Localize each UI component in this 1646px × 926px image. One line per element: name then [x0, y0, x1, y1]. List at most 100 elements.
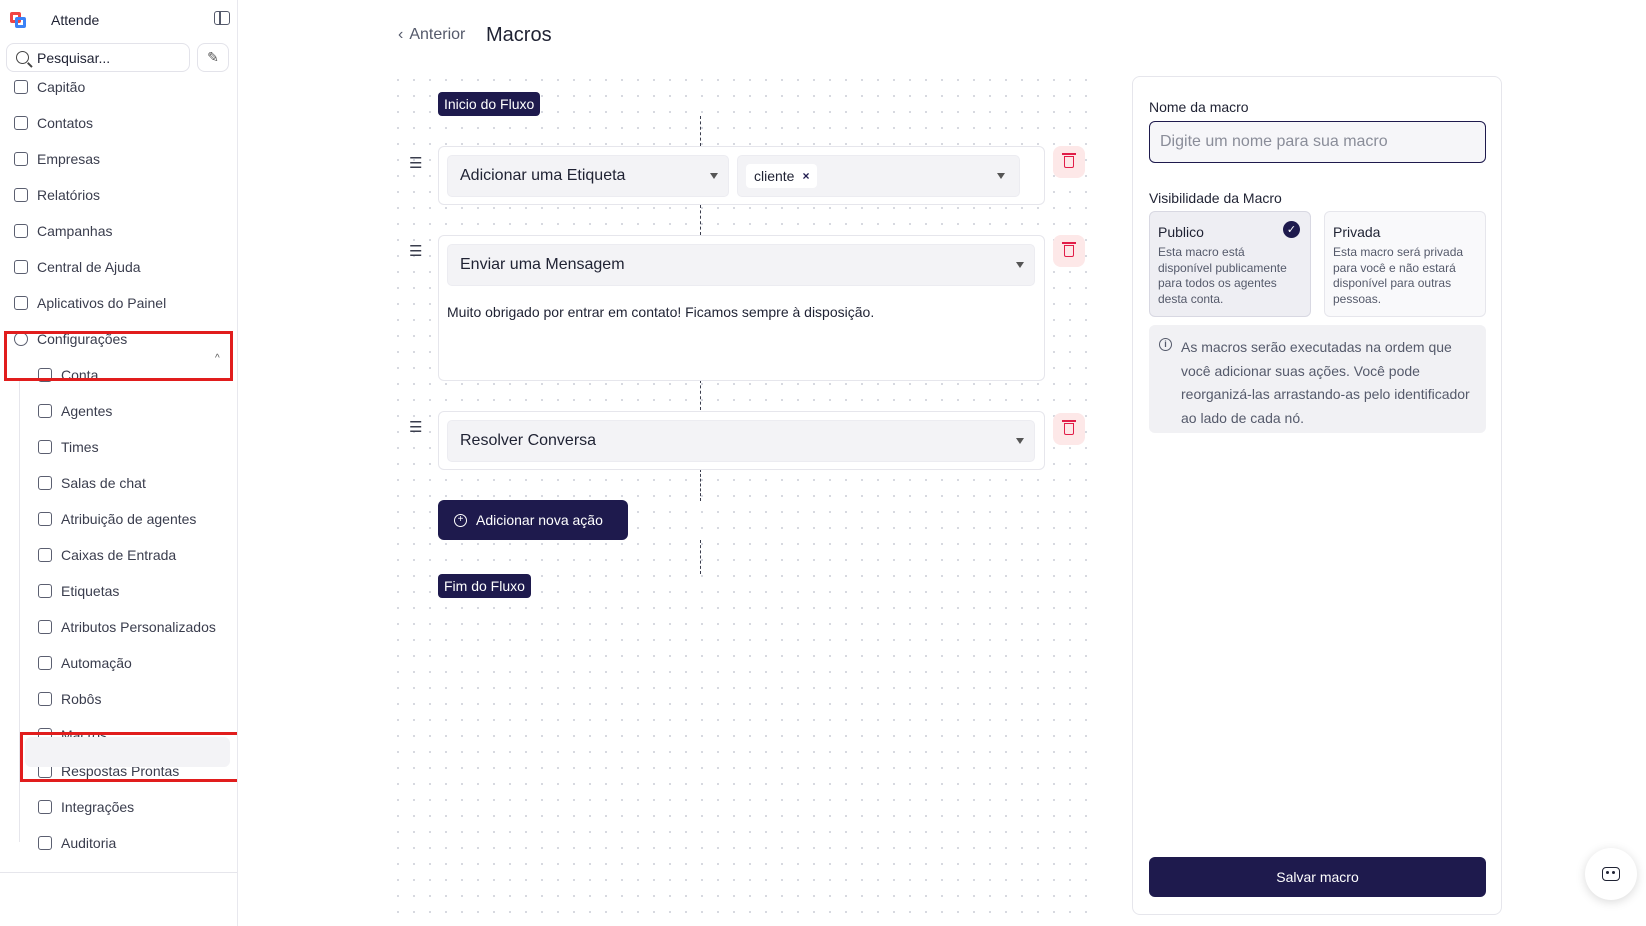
sidebar-item-label: Contatos	[37, 115, 94, 131]
macro-name-input[interactable]: Digite um nome para sua macro	[1149, 121, 1486, 163]
drag-handle-icon[interactable]: ☰	[409, 242, 422, 260]
flag-icon	[14, 80, 28, 94]
action-card: Adicionar uma Etiqueta cliente ×	[438, 146, 1045, 205]
drag-handle-icon[interactable]: ☰	[409, 418, 422, 436]
check-circle-icon: ✓	[1283, 221, 1300, 238]
action-type-value: Enviar uma Mensagem	[460, 256, 625, 273]
sidebar-item-label: Salas de chat	[61, 475, 146, 491]
sidebar-item-label: Auditoria	[61, 835, 117, 851]
caret-down-icon	[997, 173, 1005, 179]
sidebar-sub-item-integracoes[interactable]: Integrações	[38, 794, 134, 820]
visibility-option-publico[interactable]: Publico Esta macro está disponível publi…	[1149, 211, 1311, 317]
back-label: Anterior	[409, 26, 466, 43]
message-text[interactable]: Muito obrigado por entrar em contato! Fi…	[447, 304, 874, 320]
audit-icon	[38, 836, 52, 850]
macro-name-label: Nome da macro	[1149, 99, 1249, 115]
app-name: Attende	[51, 12, 100, 28]
sidebar-item-relatorios[interactable]: Relatórios	[14, 182, 100, 208]
caret-down-icon	[1016, 438, 1024, 444]
remove-chip-icon[interactable]: ×	[802, 169, 809, 183]
sidebar-sub-item-atribuicao[interactable]: Atribuição de agentes	[38, 506, 196, 532]
delete-action-button[interactable]	[1053, 146, 1085, 178]
option-description: Esta macro será privada para você e não …	[1333, 245, 1464, 306]
flow-connector	[700, 205, 701, 235]
sidebar-item-empresas[interactable]: Empresas	[14, 146, 100, 172]
search-input[interactable]: Pesquisar...	[6, 43, 190, 72]
app-logo-icon	[10, 12, 26, 28]
toggle-sidebar-icon[interactable]	[214, 11, 230, 25]
contact-icon	[14, 116, 28, 130]
compose-button[interactable]: ✎	[197, 43, 229, 72]
flow-start-pill: Inicio do Fluxo	[438, 92, 541, 116]
apps-icon	[14, 296, 28, 310]
sidebar-item-label: Capitão	[37, 79, 86, 95]
flow-connector	[700, 380, 701, 410]
sidebar-sub-item-automacao[interactable]: Automação	[38, 650, 132, 676]
delete-action-button[interactable]	[1053, 413, 1085, 445]
back-link[interactable]: ‹ Anterior	[398, 26, 465, 44]
action-card: Enviar uma Mensagem Muito obrigado por e…	[438, 235, 1045, 381]
trash-icon	[1062, 153, 1076, 168]
team-icon	[38, 440, 52, 454]
main-content: ‹ Anterior Macros Inicio do Fluxo ☰ Adic…	[238, 0, 1646, 926]
sidebar-sub-item-etiquetas[interactable]: Etiquetas	[38, 578, 119, 604]
label-multiselect[interactable]: cliente ×	[737, 155, 1020, 197]
add-action-button[interactable]: + Adicionar nova ação	[438, 500, 628, 540]
action-type-value: Adicionar uma Etiqueta	[460, 167, 626, 184]
visibility-label: Visibilidade da Macro	[1149, 190, 1282, 206]
sidebar-item-label: Central de Ajuda	[37, 259, 141, 275]
action-type-select[interactable]: Enviar uma Mensagem	[447, 244, 1035, 286]
sidebar-item-aplicativos[interactable]: Aplicativos do Painel	[14, 290, 166, 316]
sidebar-sub-item-times[interactable]: Times	[38, 434, 99, 460]
visibility-option-privada[interactable]: Privada Esta macro será privada para voc…	[1324, 211, 1486, 317]
action-type-select[interactable]: Adicionar uma Etiqueta	[447, 155, 729, 197]
tag-icon	[38, 584, 52, 598]
highlight-box-macros	[20, 732, 237, 782]
sidebar-sub-item-auditoria[interactable]: Auditoria	[38, 830, 116, 856]
sidebar-sub-item-agentes[interactable]: Agentes	[38, 398, 112, 424]
option-description: Esta macro está disponível publicamente …	[1158, 245, 1287, 306]
sidebar-item-contatos[interactable]: Contatos	[14, 110, 93, 136]
sidebar-item-capitao[interactable]: Capitão	[14, 74, 85, 100]
trash-icon	[1062, 242, 1076, 257]
sidebar-item-label: Integrações	[61, 799, 135, 815]
chart-icon	[14, 188, 28, 202]
pencil-icon: ✎	[207, 49, 219, 65]
sidebar-item-campanhas[interactable]: Campanhas	[14, 218, 113, 244]
plus-circle-icon: +	[454, 513, 467, 527]
sidebar-item-label: Robôs	[61, 691, 102, 707]
sidebar-sub-item-robos[interactable]: Robôs	[38, 686, 101, 712]
label-chip: cliente ×	[746, 164, 818, 188]
caret-down-icon	[710, 173, 718, 179]
sidebar-item-label: Etiquetas	[61, 583, 120, 599]
sidebar-item-central-de-ajuda[interactable]: Central de Ajuda	[14, 254, 141, 280]
sidebar-item-label: Atributos Personalizados	[61, 619, 216, 635]
action-type-select[interactable]: Resolver Conversa	[447, 420, 1035, 462]
macro-settings-panel: Nome da macro Digite um nome para sua ma…	[1132, 76, 1502, 915]
sidebar-item-label: Aplicativos do Painel	[37, 295, 167, 311]
drag-handle-icon[interactable]: ☰	[409, 154, 422, 172]
sidebar-sub-item-caixas[interactable]: Caixas de Entrada	[38, 542, 176, 568]
save-macro-button[interactable]: Salvar macro	[1149, 857, 1486, 897]
trash-icon	[1062, 420, 1076, 435]
sidebar-item-label: Campanhas	[37, 223, 113, 239]
action-card: Resolver Conversa	[438, 411, 1045, 470]
chevron-left-icon: ‹	[398, 26, 404, 43]
megaphone-icon	[14, 224, 28, 238]
info-text: As macros serão executadas na ordem que …	[1181, 339, 1470, 426]
flow-connector	[700, 540, 701, 574]
chat-room-icon	[38, 476, 52, 490]
library-icon	[14, 260, 28, 274]
bot-icon	[38, 692, 52, 706]
delete-action-button[interactable]	[1053, 235, 1085, 267]
brand[interactable]: Attende	[10, 8, 230, 32]
sidebar-divider	[0, 872, 237, 873]
chip-label: cliente	[754, 168, 795, 184]
support-chat-button[interactable]	[1585, 848, 1637, 900]
automation-icon	[38, 656, 52, 670]
sidebar-sub-item-salas-de-chat[interactable]: Salas de chat	[38, 470, 146, 496]
sidebar-item-label: Agentes	[61, 403, 113, 419]
sidebar-item-label: Times	[61, 439, 99, 455]
sidebar-sub-item-atributos[interactable]: Atributos Personalizados	[38, 614, 216, 640]
code-icon	[38, 620, 52, 634]
